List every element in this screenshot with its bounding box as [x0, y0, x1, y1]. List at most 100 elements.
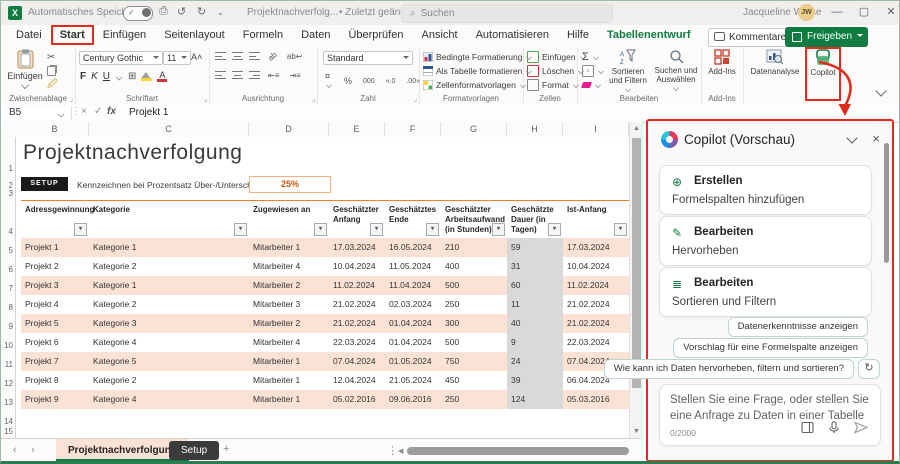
table-cell[interactable]: Projekt 1: [21, 238, 89, 257]
close-button[interactable]: ✕: [883, 5, 899, 21]
microphone-icon[interactable]: [828, 421, 840, 439]
table-cell[interactable]: Mitarbeiter 2: [249, 276, 329, 295]
underline-dropdown-icon[interactable]: [116, 73, 123, 80]
row-number[interactable]: 5: [1, 246, 13, 255]
suggestion-pill[interactable]: Wie kann ich Daten hervorheben, filtern …: [604, 359, 854, 379]
table-cell[interactable]: Projekt 8: [21, 371, 89, 390]
clipboard-dialog-launcher[interactable]: ⌟: [70, 95, 73, 103]
insert-function-icon[interactable]: fx: [107, 106, 116, 117]
table-cell[interactable]: 21.05.2024: [385, 371, 441, 390]
table-header-gesch-tzter-arbeitsaufwand-in-stunden-[interactable]: Geschätzter Arbeitsaufwand (in Stunden)▾: [441, 201, 507, 239]
suggestion-pill[interactable]: Datenerkenntnisse anzeigen: [728, 317, 868, 337]
table-cell[interactable]: Mitarbeiter 1: [249, 238, 329, 257]
table-cell[interactable]: Mitarbeiter 1: [249, 390, 329, 409]
panel-scroll-thumb[interactable]: [884, 143, 889, 263]
align-middle-icon[interactable]: [232, 52, 243, 61]
table-cell[interactable]: 02.03.2024: [385, 295, 441, 314]
threshold-value-cell[interactable]: 25%: [249, 176, 331, 193]
column-header-i[interactable]: I: [563, 122, 629, 136]
redo-icon[interactable]: ↻: [197, 5, 206, 18]
table-cell[interactable]: Kategorie 2: [89, 257, 249, 276]
avatar[interactable]: JW: [798, 4, 815, 21]
table-header-ist-anfang[interactable]: Ist-Anfang▾: [563, 201, 629, 239]
addins-button[interactable]: Add-Ins: [705, 49, 739, 76]
cancel-entry-icon[interactable]: ×: [81, 106, 87, 117]
font-name-select[interactable]: Century Gothic: [79, 51, 163, 65]
scroll-down-icon[interactable]: ▼: [630, 428, 643, 435]
table-cell[interactable]: 21.02.2024: [563, 295, 629, 314]
table-cell[interactable]: 22.03.2024: [563, 333, 629, 352]
number-format-select[interactable]: Standard: [323, 51, 413, 65]
filter-button[interactable]: ▾: [614, 223, 627, 236]
copilot-button[interactable]: Copilot: [807, 49, 839, 99]
conditional-formatting-button[interactable]: Bedingte Formatierung: [423, 50, 533, 64]
comments-button[interactable]: Kommentare: [708, 28, 795, 47]
table-cell[interactable]: 39: [507, 371, 563, 390]
table-cell[interactable]: Projekt 9: [21, 390, 89, 409]
table-cell[interactable]: Mitarbeiter 2: [249, 314, 329, 333]
minimize-button[interactable]: —: [829, 5, 845, 21]
send-icon[interactable]: [854, 421, 868, 439]
font-color-icon[interactable]: A: [157, 71, 167, 82]
table-cell[interactable]: 22.03.2024: [329, 333, 385, 352]
table-cell[interactable]: 450: [441, 371, 507, 390]
align-top-icon[interactable]: [215, 52, 226, 61]
copilot-card-formelspalten-hinzuf-gen[interactable]: ⊕ErstellenFormelspalten hinzufügen: [659, 165, 872, 215]
table-cell[interactable]: 11.02.2024: [329, 276, 385, 295]
clear-button[interactable]: [582, 78, 605, 92]
table-cell[interactable]: 40: [507, 314, 563, 333]
table-cell[interactable]: 24: [507, 352, 563, 371]
table-cell[interactable]: Kategorie 4: [89, 333, 249, 352]
column-header-f[interactable]: F: [385, 122, 441, 136]
filter-button[interactable]: ▾: [492, 223, 505, 236]
align-center-icon[interactable]: [232, 71, 243, 80]
table-header-gesch-tzter-anfang[interactable]: Geschätzter Anfang▾: [329, 201, 385, 239]
menu-tab-start[interactable]: Start: [51, 25, 94, 45]
table-cell[interactable]: 21.02.2024: [329, 295, 385, 314]
row-number[interactable]: 1: [1, 164, 13, 173]
table-cell[interactable]: 10.04.2024: [563, 257, 629, 276]
setup-button[interactable]: SETUP: [21, 177, 68, 191]
confirm-entry-icon[interactable]: ✓: [94, 106, 102, 117]
filter-button[interactable]: ▾: [370, 223, 383, 236]
menu-tab--berpr-fen[interactable]: Überprüfen: [339, 25, 412, 45]
table-cell[interactable]: 11: [507, 295, 563, 314]
table-cell[interactable]: Kategorie 1: [89, 276, 249, 295]
accounting-format-icon[interactable]: ¤: [325, 71, 333, 91]
table-cell[interactable]: 124: [507, 390, 563, 409]
table-cell[interactable]: Projekt 2: [21, 257, 89, 276]
row-number[interactable]: 13: [1, 398, 13, 407]
menu-tab-ansicht[interactable]: Ansicht: [412, 25, 466, 45]
table-cell[interactable]: Mitarbeiter 4: [249, 333, 329, 352]
table-cell[interactable]: 250: [441, 390, 507, 409]
sheet-tab-setup[interactable]: Setup: [169, 441, 219, 460]
table-cell[interactable]: Mitarbeiter 1: [249, 352, 329, 371]
table-cell[interactable]: 59: [507, 238, 563, 257]
row-number[interactable]: 6: [1, 265, 13, 274]
format-as-table-button[interactable]: Als Tabelle formatieren: [423, 64, 533, 78]
sort-filter-button[interactable]: AZ Sortieren und Filtern: [605, 49, 651, 96]
copilot-input[interactable]: Stellen Sie eine Frage, oder stellen Sie…: [670, 393, 870, 424]
align-right-icon[interactable]: [249, 71, 260, 80]
table-cell[interactable]: 400: [441, 257, 507, 276]
cut-button[interactable]: ✂: [47, 50, 58, 64]
row-number[interactable]: 10: [1, 341, 13, 350]
panel-close-icon[interactable]: ×: [872, 131, 880, 146]
notebook-icon[interactable]: [801, 421, 814, 439]
autosum-button[interactable]: Σ: [582, 50, 605, 64]
row-number[interactable]: 3: [1, 189, 13, 198]
table-cell[interactable]: 9: [507, 333, 563, 352]
table-cell[interactable]: Kategorie 5: [89, 352, 249, 371]
row-number[interactable]: 12: [1, 379, 13, 388]
autosave-toggle[interactable]: ✓: [123, 6, 153, 21]
menu-tab-datei[interactable]: Datei: [7, 25, 51, 45]
table-cell[interactable]: Mitarbeiter 4: [249, 257, 329, 276]
table-cell[interactable]: 12.04.2024: [329, 371, 385, 390]
table-cell[interactable]: 21.02.2024: [563, 314, 629, 333]
table-cell[interactable]: 01.05.2024: [385, 352, 441, 371]
table-cell[interactable]: 11.02.2024: [563, 276, 629, 295]
format-painter-button[interactable]: 🖉: [47, 78, 58, 92]
row-number[interactable]: 14: [1, 417, 13, 426]
table-cell[interactable]: 500: [441, 333, 507, 352]
prev-sheet-icon[interactable]: ‹: [13, 444, 17, 456]
